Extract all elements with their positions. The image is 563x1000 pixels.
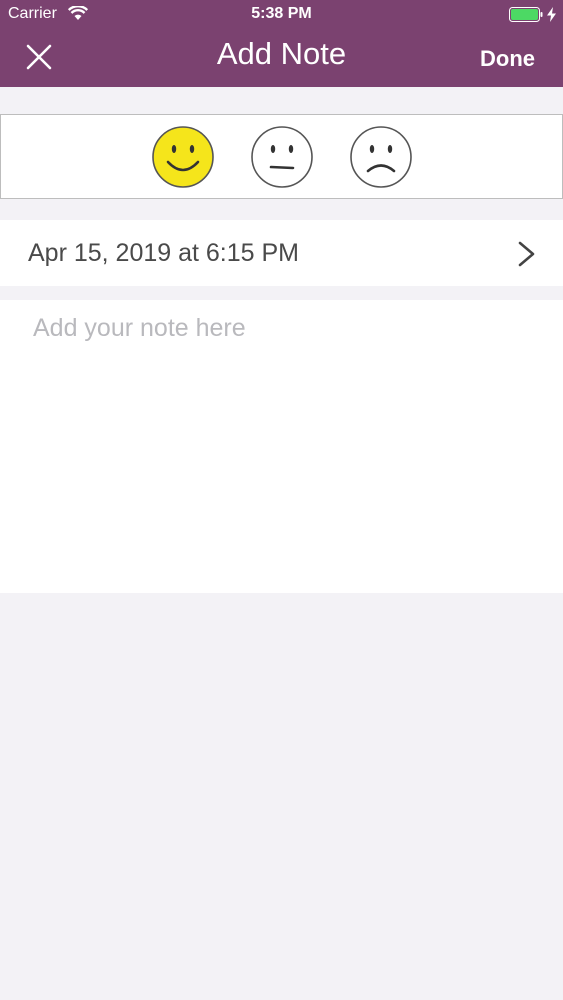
chevron-right-icon[interactable] [514, 240, 538, 268]
battery-icon [509, 7, 543, 22]
status-bar: Carrier 5:38 PM [0, 0, 563, 30]
navigation-bar: Carrier 5:38 PM Add Note Done [0, 0, 563, 87]
page-title: Add Note [216, 36, 347, 71]
done-button[interactable]: Done [480, 46, 535, 72]
happy-face-icon[interactable] [151, 125, 215, 189]
date-picker-row[interactable]: Apr 15, 2019 at 6:15 PM [0, 220, 563, 286]
status-time: 5:38 PM [251, 5, 312, 22]
note-input[interactable] [0, 300, 563, 593]
mood-selector [0, 114, 563, 199]
sad-face-icon[interactable] [349, 125, 413, 189]
note-area [0, 300, 563, 593]
charging-icon [547, 7, 556, 22]
entry-date: Apr 15, 2019 at 6:15 PM [28, 239, 300, 267]
neutral-face-icon[interactable] [250, 125, 314, 189]
